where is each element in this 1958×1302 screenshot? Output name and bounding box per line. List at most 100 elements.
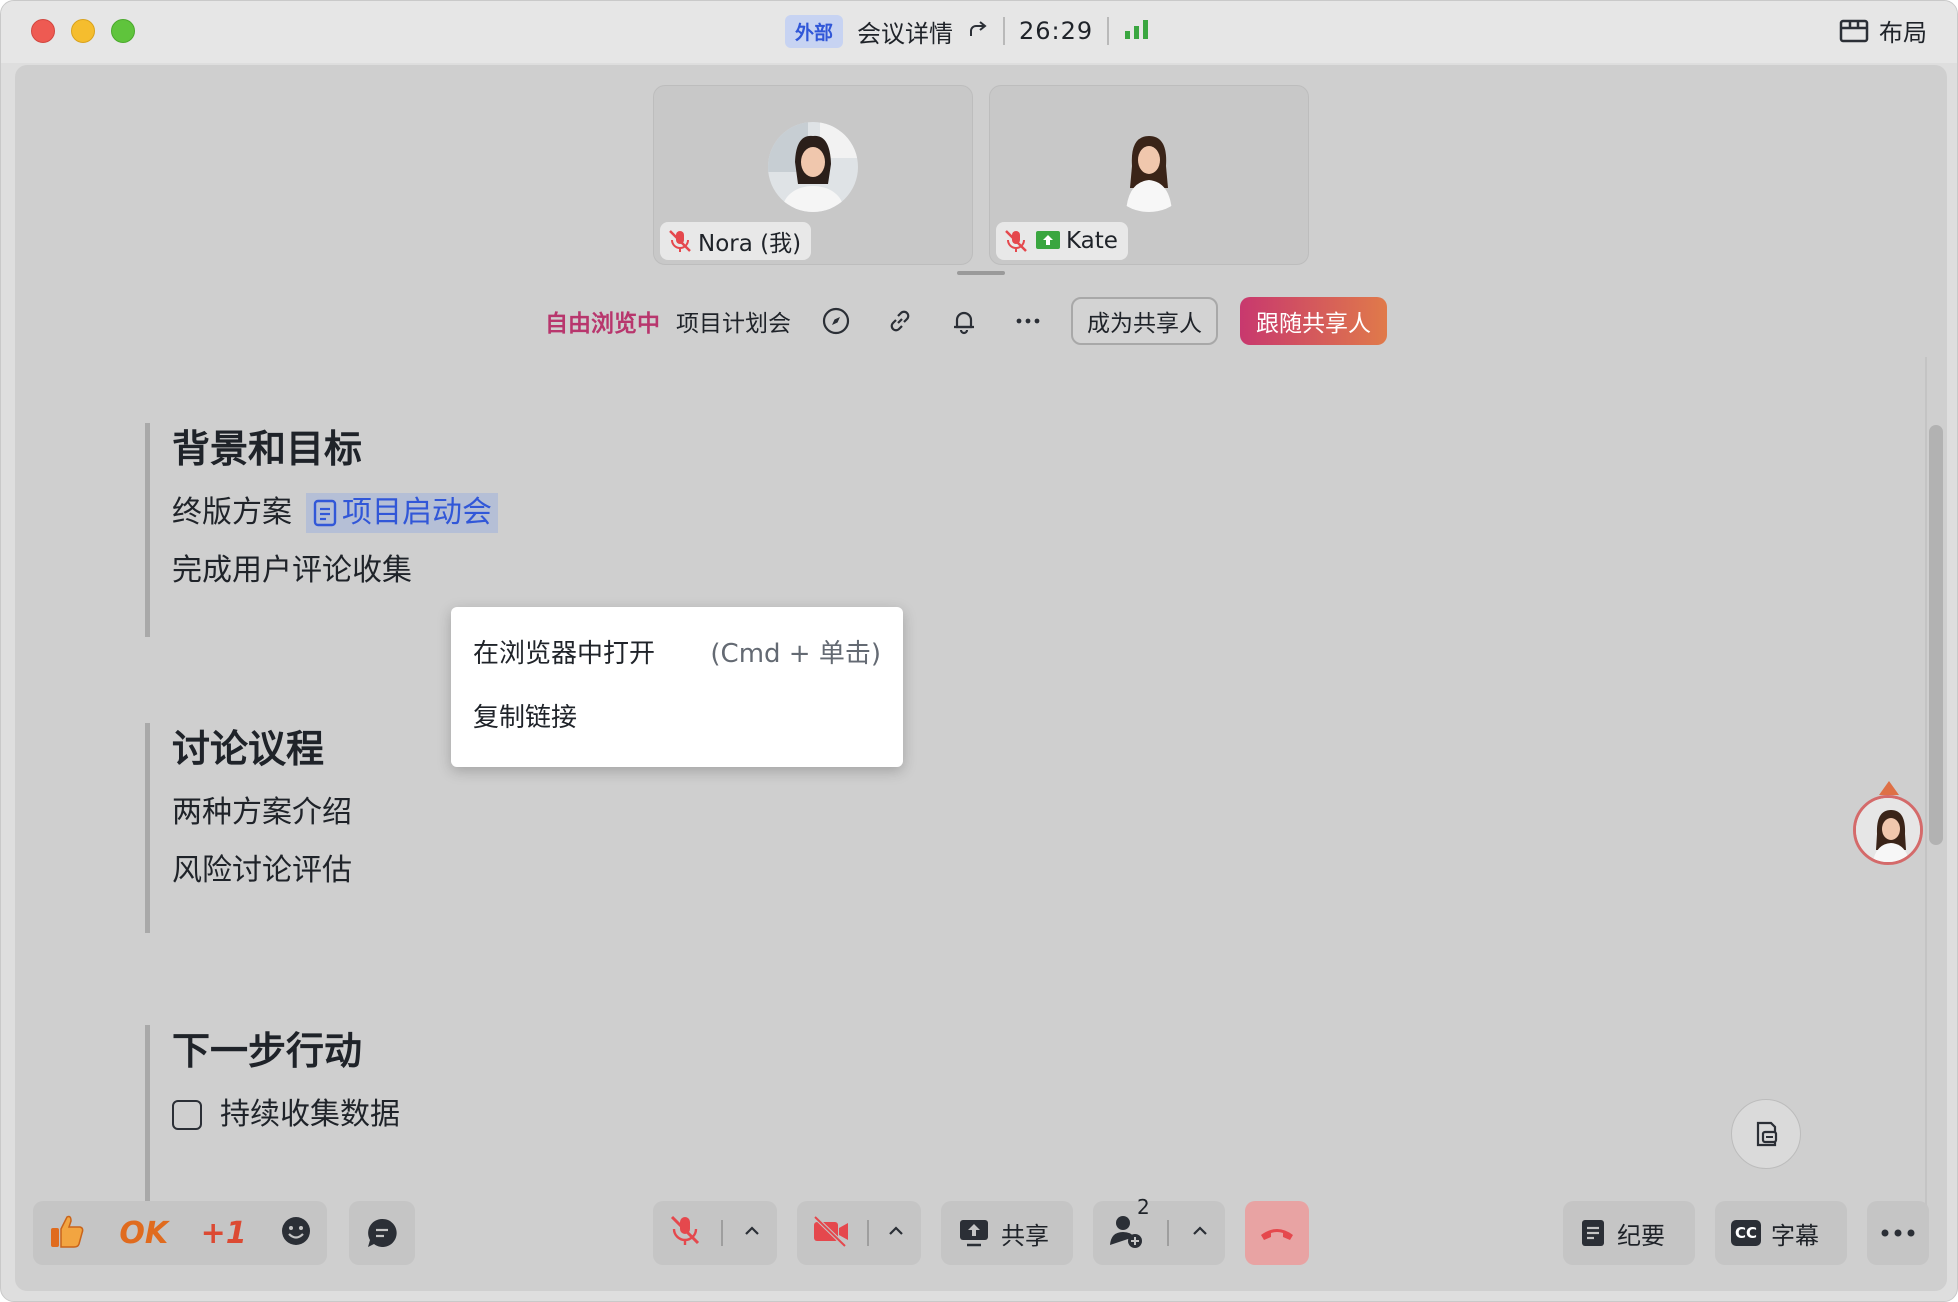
outline-icon — [1756, 1121, 1778, 1147]
menu-item-copy-link[interactable]: 复制链接 — [473, 683, 881, 747]
emoji-icon[interactable] — [279, 1214, 313, 1252]
end-call-button[interactable] — [1245, 1201, 1309, 1265]
more-options-icon[interactable] — [1009, 302, 1047, 340]
reactions-group: OK +1 — [33, 1201, 327, 1265]
menu-item-shortcut: (Cmd + 单击) — [710, 638, 881, 669]
captions-button[interactable]: CC 字幕 — [1715, 1201, 1847, 1265]
mic-muted-icon[interactable] — [667, 1213, 703, 1253]
doc-mention-link[interactable]: 项目启动会 — [306, 493, 498, 533]
divider — [867, 1220, 869, 1246]
task-checkbox[interactable] — [172, 1100, 202, 1130]
plus-one-reaction[interactable]: +1 — [201, 1216, 247, 1251]
meeting-details-link[interactable]: 会议详情 — [857, 14, 953, 49]
minimize-window-button[interactable] — [71, 19, 95, 43]
scrollbar[interactable] — [1929, 425, 1943, 845]
more-icon — [1881, 1229, 1915, 1237]
hang-up-icon — [1261, 1229, 1293, 1240]
task-label: 持续收集数据 — [220, 1097, 400, 1132]
meeting-control-bar: OK +1 共享 2 纪要 CC 字幕 — [15, 1187, 1947, 1291]
participants-button[interactable]: 2 — [1107, 1195, 1150, 1253]
mention-label: 项目启动会 — [342, 495, 492, 530]
share-screen-icon — [960, 1220, 988, 1247]
share-screen-button[interactable]: 共享 — [941, 1201, 1073, 1265]
layout-button[interactable]: 布局 — [1839, 13, 1927, 48]
menu-item-label: 复制链接 — [473, 702, 578, 733]
become-sharer-button[interactable]: 成为共享人 — [1071, 297, 1218, 345]
share-arrow-icon[interactable] — [967, 18, 989, 44]
participant-tile-kate[interactable]: Kate — [989, 85, 1309, 265]
camera-off-icon[interactable] — [811, 1213, 851, 1253]
participant-name: Kate — [1066, 228, 1118, 254]
layout-icon — [1839, 19, 1869, 42]
chevron-up-icon[interactable] — [741, 1220, 763, 1246]
sharer-avatar-indicator[interactable] — [1853, 795, 1923, 865]
participant-name-tag: Nora (我) — [660, 222, 812, 260]
divider — [1003, 17, 1006, 45]
doc-section-background: 背景和目标 终版方案 项目启动会 完成用户评论收集 — [145, 423, 498, 637]
shared-doc-title: 项目计划会 — [676, 311, 791, 337]
compass-icon[interactable] — [817, 302, 855, 340]
meeting-notes-button[interactable]: 纪要 — [1563, 1201, 1695, 1265]
captions-icon: CC — [1731, 1220, 1761, 1246]
meeting-window: 外部 会议详情 26:29 布局 Nora (我) Kate 自由浏览中 项目计… — [0, 0, 1958, 1302]
meeting-info: 外部 会议详情 26:29 — [785, 13, 1151, 49]
screen-share-icon — [1036, 231, 1060, 249]
chevron-up-icon[interactable] — [885, 1220, 907, 1246]
doc-text: 终版方案 — [172, 495, 292, 530]
section-heading: 讨论议程 — [172, 727, 325, 771]
meeting-stage: Nora (我) Kate 自由浏览中 项目计划会 成为共享人 跟随共享人 背景… — [15, 65, 1947, 1291]
mic-muted-icon — [669, 230, 691, 252]
section-heading: 下一步行动 — [172, 1029, 363, 1073]
bell-icon[interactable] — [945, 302, 983, 340]
avatar — [1104, 122, 1194, 212]
tile-drag-handle[interactable] — [957, 271, 1005, 275]
divider — [1167, 1220, 1169, 1246]
doc-line: 风险讨论评估 — [172, 853, 352, 888]
ok-reaction[interactable]: OK — [119, 1216, 168, 1251]
doc-line: 完成用户评论收集 — [172, 553, 412, 588]
divider — [721, 1220, 723, 1246]
thumbs-up-reaction[interactable] — [47, 1211, 87, 1255]
follow-sharer-button[interactable]: 跟随共享人 — [1240, 297, 1387, 345]
doc-outline-button[interactable] — [1731, 1099, 1801, 1169]
share-toolbar: 自由浏览中 项目计划会 成为共享人 跟随共享人 — [545, 295, 1387, 347]
participant-name: Nora (我) — [698, 231, 802, 257]
participants-count: 2 — [1137, 1195, 1150, 1219]
zoom-window-button[interactable] — [111, 19, 135, 43]
scroll-track — [1925, 357, 1927, 1247]
link-icon[interactable] — [881, 302, 919, 340]
notes-label: 纪要 — [1617, 1221, 1665, 1250]
captions-label: 字幕 — [1771, 1221, 1819, 1250]
mic-muted-icon — [1005, 230, 1027, 252]
document-icon — [313, 499, 337, 527]
avatar — [768, 122, 858, 212]
notes-icon — [1582, 1220, 1604, 1246]
signal-strength-icon[interactable] — [1123, 18, 1151, 44]
task-item: 持续收集数据 — [172, 1095, 400, 1135]
microphone-control — [653, 1201, 777, 1265]
meeting-timer: 26:29 — [1019, 17, 1094, 45]
participants-control: 2 — [1093, 1195, 1225, 1265]
free-browse-status: 自由浏览中 — [545, 311, 660, 337]
title-bar: 外部 会议详情 26:29 布局 — [1, 1, 1957, 63]
close-window-button[interactable] — [31, 19, 55, 43]
divider — [1107, 17, 1110, 45]
chat-button[interactable] — [349, 1201, 415, 1265]
participant-tile-nora[interactable]: Nora (我) — [653, 85, 973, 265]
follower-pin-icon — [1879, 781, 1899, 795]
chevron-up-icon[interactable] — [1189, 1220, 1211, 1246]
doc-section-agenda: 讨论议程 两种方案介绍 风险讨论评估 — [145, 723, 352, 933]
menu-item-open-in-browser[interactable]: 在浏览器中打开 (Cmd + 单击) — [473, 619, 881, 683]
share-label: 共享 — [1001, 1221, 1049, 1250]
chat-icon — [368, 1218, 397, 1247]
section-heading: 背景和目标 — [172, 427, 363, 471]
more-controls-button[interactable] — [1867, 1201, 1929, 1265]
camera-control — [797, 1201, 921, 1265]
context-menu: 在浏览器中打开 (Cmd + 单击) 复制链接 — [451, 607, 903, 767]
menu-item-label: 在浏览器中打开 — [473, 638, 656, 669]
doc-line: 两种方案介绍 — [172, 795, 352, 830]
external-badge: 外部 — [785, 14, 844, 48]
layout-label: 布局 — [1879, 19, 1927, 47]
doc-line: 终版方案 项目启动会 — [172, 493, 498, 533]
participant-name-tag: Kate — [996, 222, 1128, 260]
